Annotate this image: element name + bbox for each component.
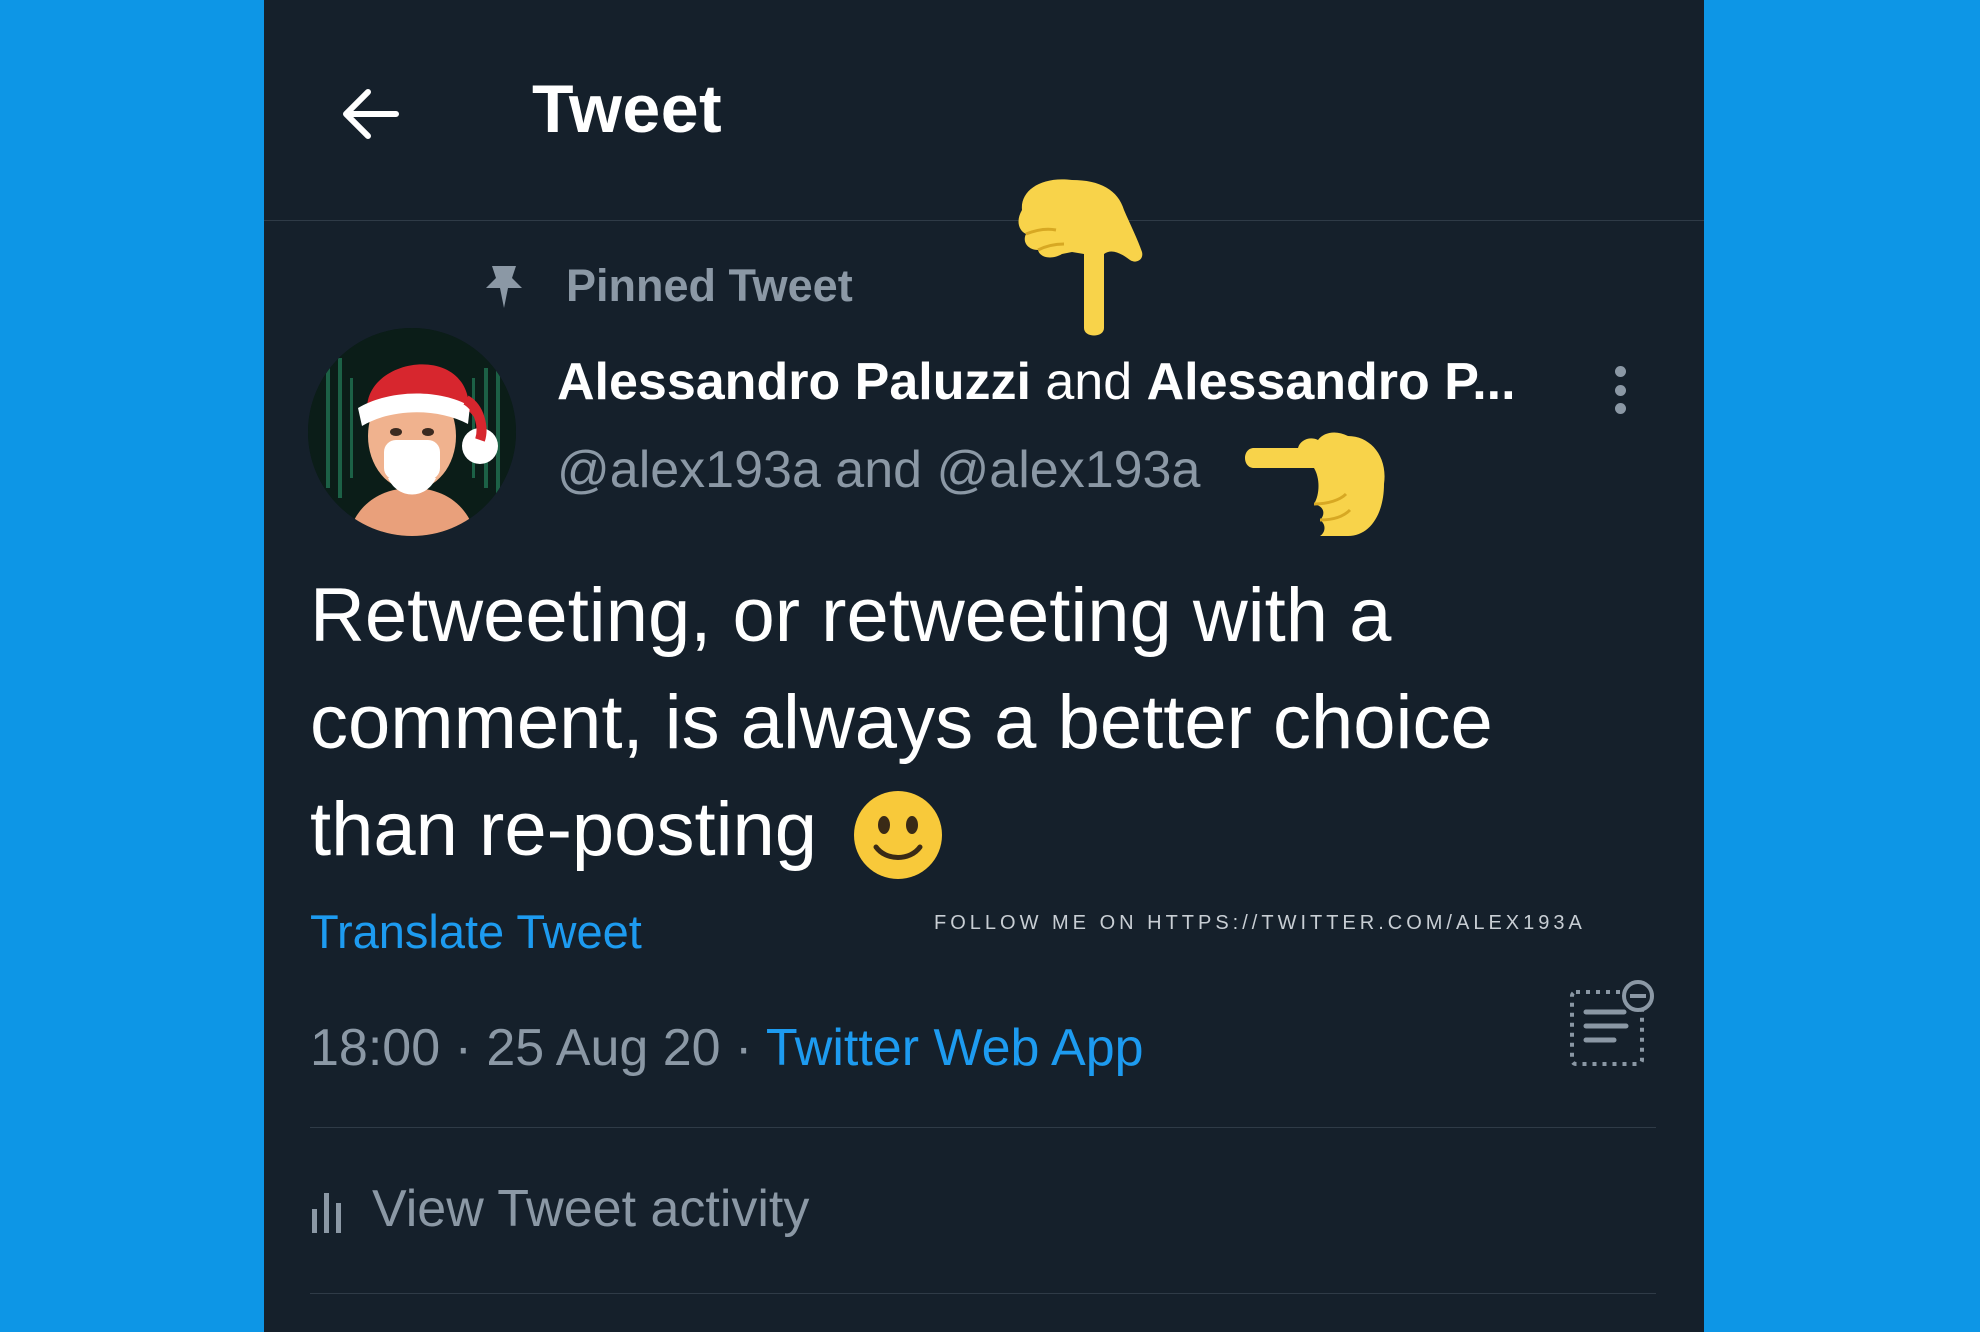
view-tweet-activity-label: View Tweet activity [372,1180,810,1238]
avatar[interactable] [308,328,516,536]
author-conjunction: and [1045,353,1133,411]
bar-chart-icon [312,1193,341,1233]
tweet-time: 18:00 [310,1019,441,1077]
pin-icon [474,256,534,316]
tweet-source-link[interactable]: Twitter Web App [766,1019,1144,1077]
author-name-1[interactable]: Alessandro Paluzzi [557,353,1031,411]
tweet-date: 25 Aug 20 [486,1019,721,1077]
meta-separator: · [440,1019,487,1077]
meta-separator: · [720,1019,766,1077]
pinned-indicator: Pinned Tweet [474,256,853,316]
tweet-body: Retweeting, or retweeting with a comment… [310,562,1650,883]
author-names[interactable]: Alessandro Paluzzi and Alessandro P... [557,352,1557,412]
page-title: Tweet [532,71,723,147]
pointing-left-emoji-icon [1245,432,1385,536]
top-bar: Tweet [264,0,1704,221]
watermark: FOLLOW ME ON HTTPS://TWITTER.COM/ALEX193… [934,912,1586,934]
author-handles[interactable]: @alex193a and @alex193a [557,440,1200,500]
dot-icon [1614,403,1626,414]
divider [310,1127,1656,1128]
pinned-label: Pinned Tweet [566,260,853,311]
author-name-2[interactable]: Alessandro P... [1147,353,1516,411]
more-options-button[interactable] [1600,360,1640,420]
translate-tweet-link[interactable]: Translate Tweet [310,904,642,959]
pointing-down-emoji-icon [1018,179,1143,336]
back-button[interactable] [334,78,406,150]
dot-icon [1614,384,1626,396]
view-tweet-activity-button[interactable]: View Tweet activity [310,1174,809,1244]
tweet-panel: Tweet Pinned Tweet Alessandro Paluzzi an… [264,0,1704,1332]
arrow-left-icon [343,89,399,139]
notes-list-icon[interactable] [1566,978,1656,1068]
slightly-smiling-face-icon [854,790,943,879]
divider [310,1293,1656,1294]
dot-icon [1614,366,1626,377]
tweet-meta: 18:00 · 25 Aug 20 · Twitter Web App [310,1018,1144,1078]
